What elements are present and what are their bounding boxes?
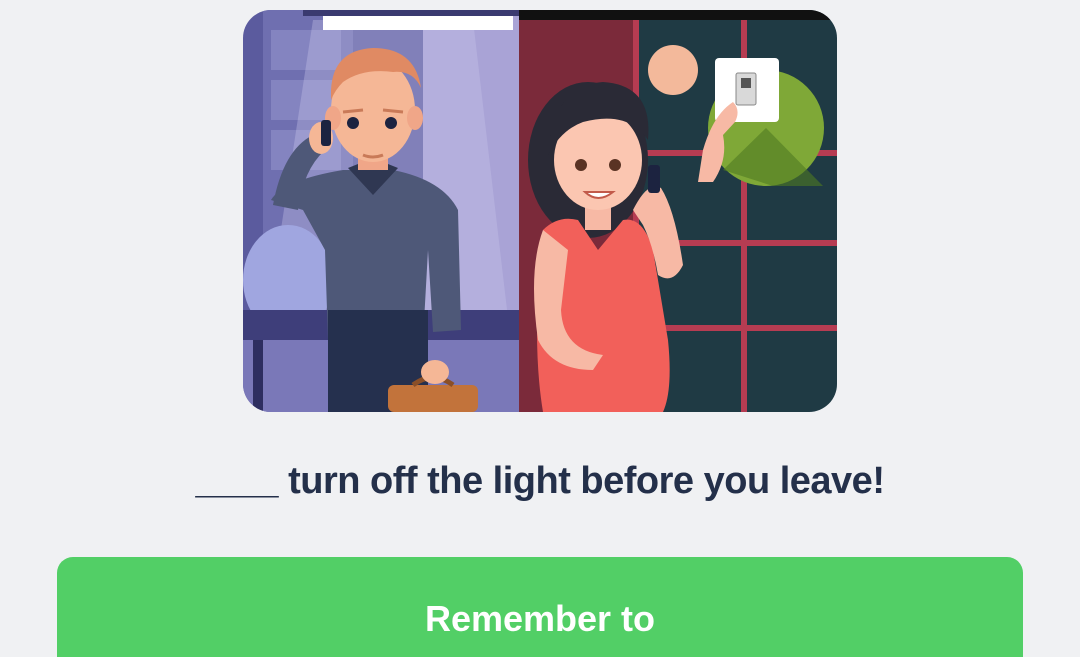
lesson-illustration xyxy=(243,10,837,412)
lesson-screen: ____ turn off the light before you leave… xyxy=(0,0,1080,657)
answer-option-label: Remember to xyxy=(424,598,656,639)
illustration-canvas xyxy=(243,10,837,412)
answer-option-button[interactable]: Remember to xyxy=(57,557,1023,657)
question-text: ____ turn off the light before you leave… xyxy=(195,460,885,502)
